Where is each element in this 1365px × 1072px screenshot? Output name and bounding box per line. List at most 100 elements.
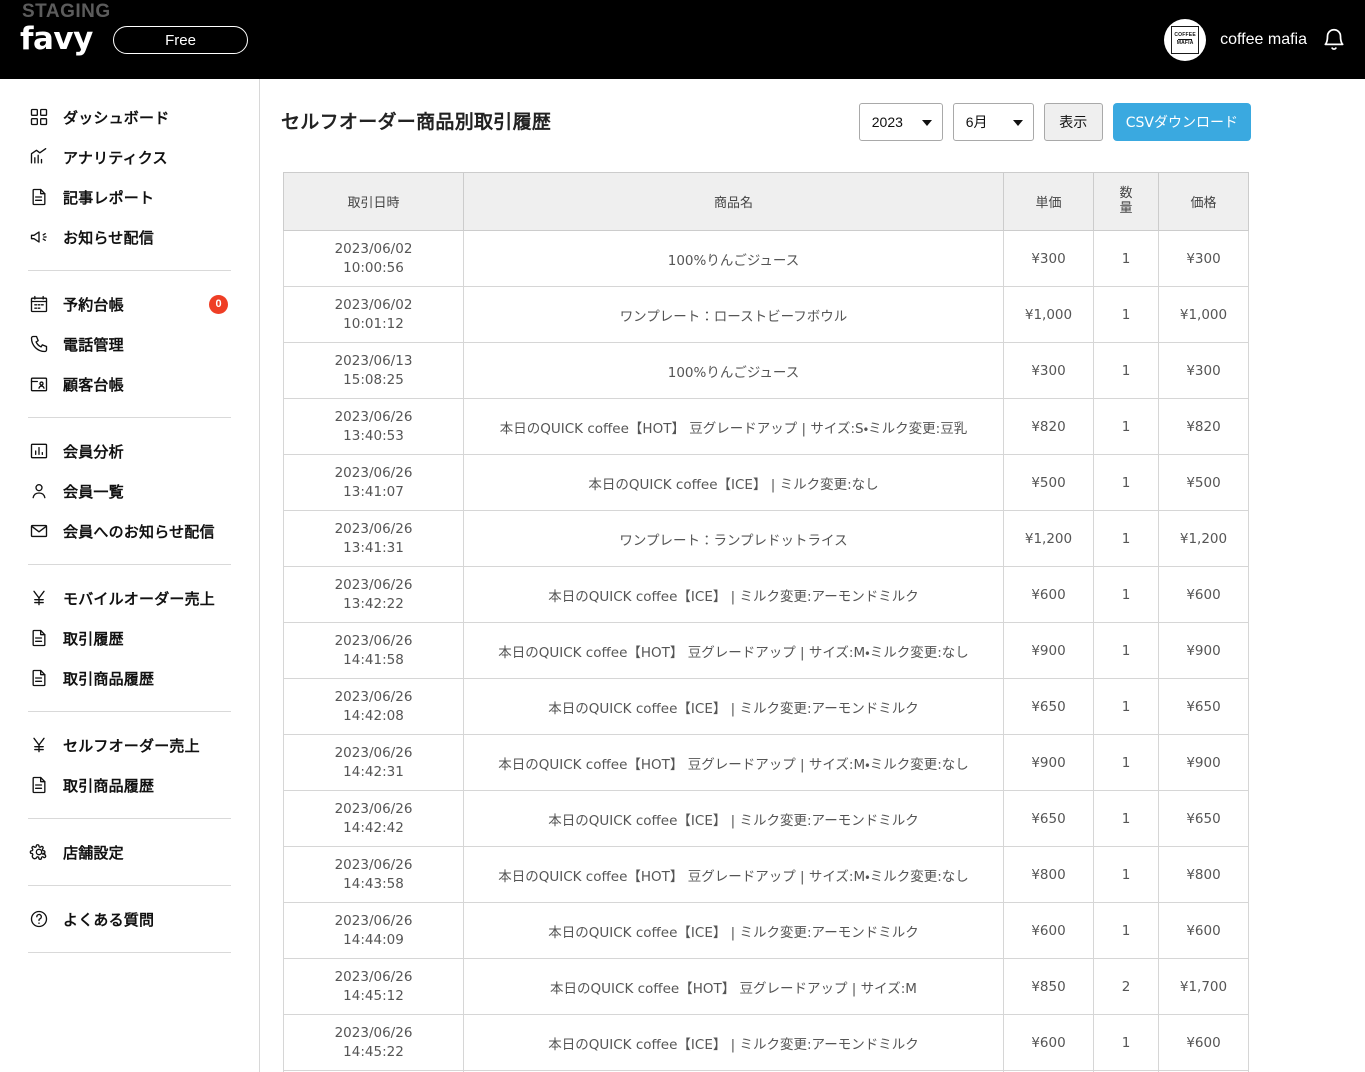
column-header-quantity-line: 数: [1119, 185, 1133, 201]
sidebar-divider: [28, 711, 231, 712]
table-row[interactable]: 2023/06/26 14:42:42 本日のQUICK coffee【ICE】 …: [283, 790, 1249, 847]
sidebar-item-mobile-transaction-history[interactable]: 取引履歴: [0, 618, 259, 658]
cell-unit-price: ¥650: [1003, 678, 1094, 735]
sidebar-item-self-order-sales[interactable]: セルフオーダー売上: [0, 725, 259, 765]
staging-label: STAGING: [22, 1, 111, 22]
sidebar-item-label: 会員分析: [63, 442, 124, 461]
sidebar-item-mobile-product-history[interactable]: 取引商品履歴: [0, 658, 259, 698]
cell-price: ¥1,700: [1158, 958, 1249, 1015]
plan-badge[interactable]: Free: [113, 26, 248, 54]
table-header-row: 取引日時 商品名 単価 数量 価格: [283, 172, 1249, 231]
avatar[interactable]: COFFEE MAFIA: [1164, 18, 1207, 61]
table-row[interactable]: 2023/06/26 14:45:22 本日のQUICK coffee【ICE】 …: [283, 1014, 1249, 1071]
sidebar-item-article-report[interactable]: 記事レポート: [0, 177, 259, 217]
cell-product: 100%りんごジュース: [463, 230, 1004, 287]
sidebar-item-customer-ledger[interactable]: 顧客台帳: [0, 364, 259, 404]
account-area: COFFEE MAFIA coffee mafia: [1164, 0, 1347, 79]
show-button[interactable]: 表示: [1043, 103, 1103, 141]
status-badge: 0: [209, 294, 228, 314]
favy-logo: favy: [20, 21, 93, 57]
sidebar-item-analytics[interactable]: アナリティクス: [0, 137, 259, 177]
bell-icon[interactable]: [1321, 26, 1347, 54]
cell-price: ¥600: [1158, 902, 1249, 959]
table-row[interactable]: 2023/06/26 14:42:31 本日のQUICK coffee【HOT】 …: [283, 734, 1249, 791]
cell-datetime: 2023/06/26 14:42:08: [283, 678, 464, 735]
cell-quantity: 1: [1093, 342, 1159, 399]
table-row[interactable]: 2023/06/26 14:43:58 本日のQUICK coffee【HOT】 …: [283, 846, 1249, 903]
cell-price: ¥820: [1158, 398, 1249, 455]
sidebar-group: モバイルオーダー売上取引履歴 取引商品履歴: [0, 578, 259, 698]
page-header: セルフオーダー商品別取引履歴 2023 6月 表示 CSVダウンロード: [261, 79, 1365, 151]
table-row[interactable]: 2023/06/02 10:00:56 100%りんごジュース ¥300 1 ¥300: [283, 230, 1249, 287]
sidebar-item-member-analysis[interactable]: 会員分析: [0, 431, 259, 471]
cell-quantity: 1: [1093, 230, 1159, 287]
month-select[interactable]: 6月: [952, 103, 1034, 141]
table-row[interactable]: 2023/06/26 14:44:09 本日のQUICK coffee【ICE】 …: [283, 902, 1249, 959]
table-row[interactable]: 2023/06/26 13:41:31 ワンプレート：ランプレドットライス ¥1,2…: [283, 510, 1249, 567]
cell-price: ¥300: [1158, 230, 1249, 287]
sidebar-divider: [28, 952, 231, 953]
cell-unit-price: ¥820: [1003, 398, 1094, 455]
table-row[interactable]: 2023/06/26 14:45:12 本日のQUICK coffee【HOT】 …: [283, 958, 1249, 1015]
document-icon: [28, 667, 50, 689]
column-header-datetime: 取引日時: [283, 172, 464, 231]
sidebar-item-label: 取引商品履歴: [63, 776, 155, 795]
cell-price: ¥650: [1158, 790, 1249, 847]
cell-unit-price: ¥800: [1003, 846, 1094, 903]
table-row[interactable]: 2023/06/26 14:41:58 本日のQUICK coffee【HOT】 …: [283, 622, 1249, 679]
table-row[interactable]: 2023/06/26 13:40:53 本日のQUICK coffee【HOT】 …: [283, 398, 1249, 455]
cell-datetime: 2023/06/26 14:44:09: [283, 902, 464, 959]
cell-product: ワンプレート：ローストビーフボウル: [463, 286, 1004, 343]
shop-name: coffee mafia: [1220, 30, 1307, 48]
sidebar-item-member-list[interactable]: 会員一覧: [0, 471, 259, 511]
cell-price: ¥650: [1158, 678, 1249, 735]
sidebar-divider: [28, 885, 231, 886]
cell-unit-price: ¥900: [1003, 622, 1094, 679]
sidebar-item-label: 予約台帳: [63, 295, 124, 314]
year-select[interactable]: 2023: [858, 103, 943, 141]
cell-unit-price: ¥600: [1003, 566, 1094, 623]
column-header-quantity: 数量: [1093, 172, 1159, 231]
column-header-product: 商品名: [463, 172, 1004, 231]
sidebar-item-store-settings[interactable]: 店舗設定: [0, 832, 259, 872]
sidebar-item-label: モバイルオーダー売上: [63, 589, 216, 608]
help-icon: [28, 908, 50, 930]
document-icon: [28, 186, 50, 208]
sidebar-item-phone-management[interactable]: 電話管理: [0, 324, 259, 364]
column-header-price: 価格: [1158, 172, 1249, 231]
sidebar-item-reservation-ledger[interactable]: 予約台帳 0: [0, 284, 259, 324]
sidebar-item-mobile-order-sales[interactable]: モバイルオーダー売上: [0, 578, 259, 618]
table-row[interactable]: 2023/06/13 15:08:25 100%りんごジュース ¥300 1 ¥300: [283, 342, 1249, 399]
sidebar-divider: [28, 270, 231, 271]
cell-unit-price: ¥900: [1003, 734, 1094, 791]
sidebar-item-notice-delivery[interactable]: お知らせ配信: [0, 217, 259, 257]
plan-label: Free: [165, 31, 196, 49]
sidebar-item-member-notice[interactable]: 会員へのお知らせ配信: [0, 511, 259, 551]
cell-product: 本日のQUICK coffee【ICE】 | ミルク変更:アーモンドミルク: [463, 902, 1004, 959]
table-row[interactable]: 2023/06/02 10:01:12 ワンプレート：ローストビーフボウル ¥1,0…: [283, 286, 1249, 343]
sidebar-item-self-order-product-history[interactable]: 取引商品履歴: [0, 765, 259, 805]
table-row[interactable]: 2023/06/26 13:41:07 本日のQUICK coffee【ICE】 …: [283, 454, 1249, 511]
cell-datetime: 2023/06/26 13:41:31: [283, 510, 464, 567]
document-icon: [28, 774, 50, 796]
sidebar-group: 予約台帳 0 電話管理顧客台帳: [0, 284, 259, 404]
calendar-icon: [28, 293, 50, 315]
chevron-down-icon: [1012, 120, 1023, 126]
table-row[interactable]: 2023/06/26 14:42:08 本日のQUICK coffee【ICE】 …: [283, 678, 1249, 735]
cell-product: 本日のQUICK coffee【ICE】 | ミルク変更:アーモンドミルク: [463, 1014, 1004, 1071]
cell-product: 100%りんごジュース: [463, 342, 1004, 399]
sidebar-item-label: 会員一覧: [63, 482, 124, 501]
sidebar-item-dashboard[interactable]: ダッシュボード: [0, 97, 259, 137]
table-row[interactable]: 2023/06/26 13:42:22 本日のQUICK coffee【ICE】 …: [283, 566, 1249, 623]
cell-quantity: 1: [1093, 566, 1159, 623]
chevron-down-icon: [921, 120, 932, 126]
sidebar-group: 会員分析会員一覧会員へのお知らせ配信: [0, 431, 259, 551]
csv-download-button[interactable]: CSVダウンロード: [1112, 103, 1251, 141]
cell-quantity: 1: [1093, 286, 1159, 343]
bar-chart-icon: [28, 440, 50, 462]
sidebar-nav: ダッシュボード アナリティクス 記事レポート お知らせ配信予約台帳 0 電話管理顧客台帳会…: [0, 97, 259, 953]
sidebar-item-faq[interactable]: よくある質問: [0, 899, 259, 939]
yen-icon: [28, 734, 50, 756]
sidebar-item-label: 顧客台帳: [63, 375, 124, 394]
cell-product: 本日のQUICK coffee【HOT】 豆グレードアップ | サイズ:M・ミル…: [463, 846, 1004, 903]
